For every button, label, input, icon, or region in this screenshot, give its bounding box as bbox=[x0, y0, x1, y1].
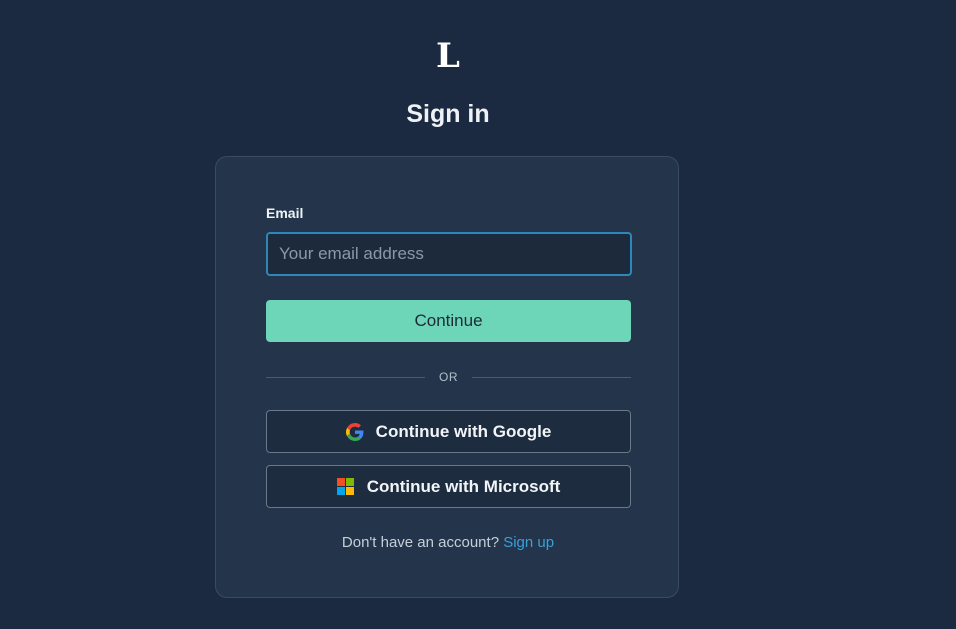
email-label: Email bbox=[266, 205, 304, 221]
or-divider: OR bbox=[266, 367, 631, 387]
google-g-icon bbox=[345, 422, 364, 441]
divider-text: OR bbox=[439, 370, 458, 384]
sign-in-page: L Sign in Email Continue OR Continue wit… bbox=[0, 0, 956, 629]
page-title: Sign in bbox=[406, 100, 490, 128]
google-button-label: Continue with Google bbox=[375, 421, 552, 441]
continue-with-google-button[interactable]: Continue with Google bbox=[266, 410, 631, 453]
signup-prompt-text: Don't have an account? bbox=[341, 534, 500, 551]
signup-prompt: Don't have an account? Sign up bbox=[216, 534, 680, 551]
brand-logo: L bbox=[436, 36, 460, 76]
email-input[interactable] bbox=[266, 232, 632, 276]
sign-in-card: Email Continue OR Continue with Google bbox=[215, 156, 679, 598]
sign-up-link[interactable]: Sign up bbox=[503, 534, 554, 551]
divider-line-right bbox=[472, 376, 631, 378]
microsoft-button-label: Continue with Microsoft bbox=[366, 476, 561, 496]
microsoft-logo-icon bbox=[337, 478, 355, 496]
continue-with-microsoft-button[interactable]: Continue with Microsoft bbox=[266, 465, 631, 508]
divider-line-left bbox=[266, 376, 425, 378]
continue-button[interactable]: Continue bbox=[266, 300, 631, 342]
